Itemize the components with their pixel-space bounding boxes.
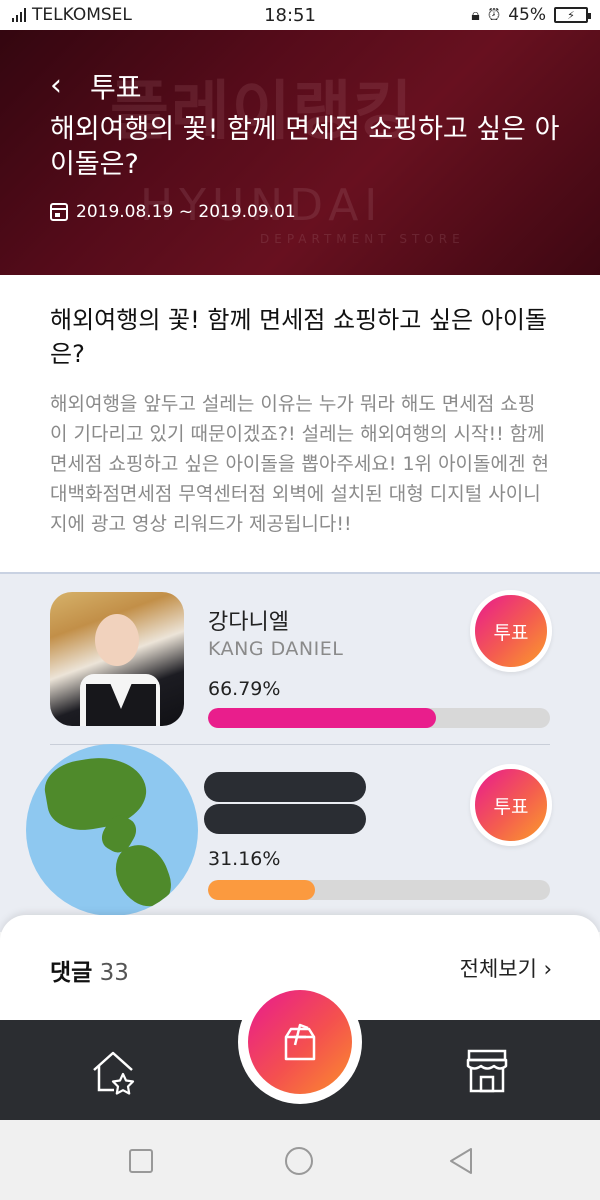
description-body: 해외여행을 앞두고 설레는 이유는 누가 뭐라 해도 면세점 쇼핑이 기다리고 … <box>50 393 549 535</box>
status-bar: TELKOMSEL 18:51 🔒︎ ⏰︎ 45% ⚡︎ <box>0 0 600 30</box>
alarm-icon: ⏰︎ <box>487 5 501 24</box>
date-range: 2019.08.19 ~ 2019.09.01 <box>76 202 296 222</box>
store-icon[interactable] <box>462 1046 512 1096</box>
comments-count: 33 <box>99 960 129 986</box>
battery-charging-icon: ⚡︎ <box>554 7 591 23</box>
clock: 18:51 <box>264 4 316 26</box>
home-star-icon[interactable] <box>88 1046 138 1096</box>
recent-apps-icon[interactable] <box>126 1146 156 1176</box>
redacted-name <box>204 772 366 802</box>
candidate-name-en: KANG DANIEL <box>208 638 344 660</box>
vote-progress-bar <box>208 708 550 728</box>
back-triangle-icon[interactable] <box>446 1146 476 1176</box>
vote-percent: 66.79% <box>208 678 281 700</box>
globe-icon <box>26 744 198 916</box>
system-nav-bar <box>0 1120 600 1200</box>
hero-banner: 플레이랭킹 HYUNDAI DEPARTMENT STORE ‹ 투표 해외여행… <box>0 30 600 275</box>
date-range-row: 2019.08.19 ~ 2019.09.01 <box>50 202 296 222</box>
lock-rotation-icon: 🔒︎ <box>471 5 480 24</box>
calendar-icon <box>50 203 68 221</box>
ballot-box-icon <box>284 1023 316 1061</box>
view-all-comments-link[interactable]: 전체보기 › <box>460 953 552 983</box>
signal-icon <box>12 8 26 22</box>
vote-button[interactable]: 투표 <box>470 590 552 672</box>
home-circle-icon[interactable] <box>284 1146 314 1176</box>
comments-label: 댓글 33 <box>50 960 129 986</box>
vote-progress-fill <box>208 880 315 900</box>
vote-percent: 31.16% <box>208 848 281 870</box>
candidate-name: 강다니엘 <box>208 610 289 635</box>
description-heading: 해외여행의 꽃! 함께 면세점 쇼핑하고 싶은 아이돌은? <box>50 306 547 368</box>
ballot-box-button[interactable] <box>248 990 352 1094</box>
carrier-label: TELKOMSEL <box>32 5 132 25</box>
redacted-name-en <box>204 804 366 834</box>
candidate-photo <box>50 592 184 726</box>
vote-progress-fill <box>208 708 437 728</box>
back-label[interactable]: 투표 <box>90 66 142 106</box>
vote-progress-bar <box>208 880 550 900</box>
candidate-list: 강다니엘 KANG DANIEL 66.79% 투표 31.16% 투표 <box>0 572 600 932</box>
vote-description: 해외여행의 꽃! 함께 면세점 쇼핑하고 싶은 아이돌은? 해외여행을 앞두고 … <box>0 275 600 572</box>
page-title: 해외여행의 꽃! 함께 면세점 쇼핑하고 싶은 아이돌은? <box>50 114 560 180</box>
back-arrow-icon[interactable]: ‹ <box>50 68 62 103</box>
vote-button[interactable]: 투표 <box>470 764 552 846</box>
candidate-row: 강다니엘 KANG DANIEL 66.79% 투표 <box>0 590 600 740</box>
battery-percent: 45% <box>508 5 546 25</box>
candidate-row: 31.16% 투표 <box>0 744 600 916</box>
